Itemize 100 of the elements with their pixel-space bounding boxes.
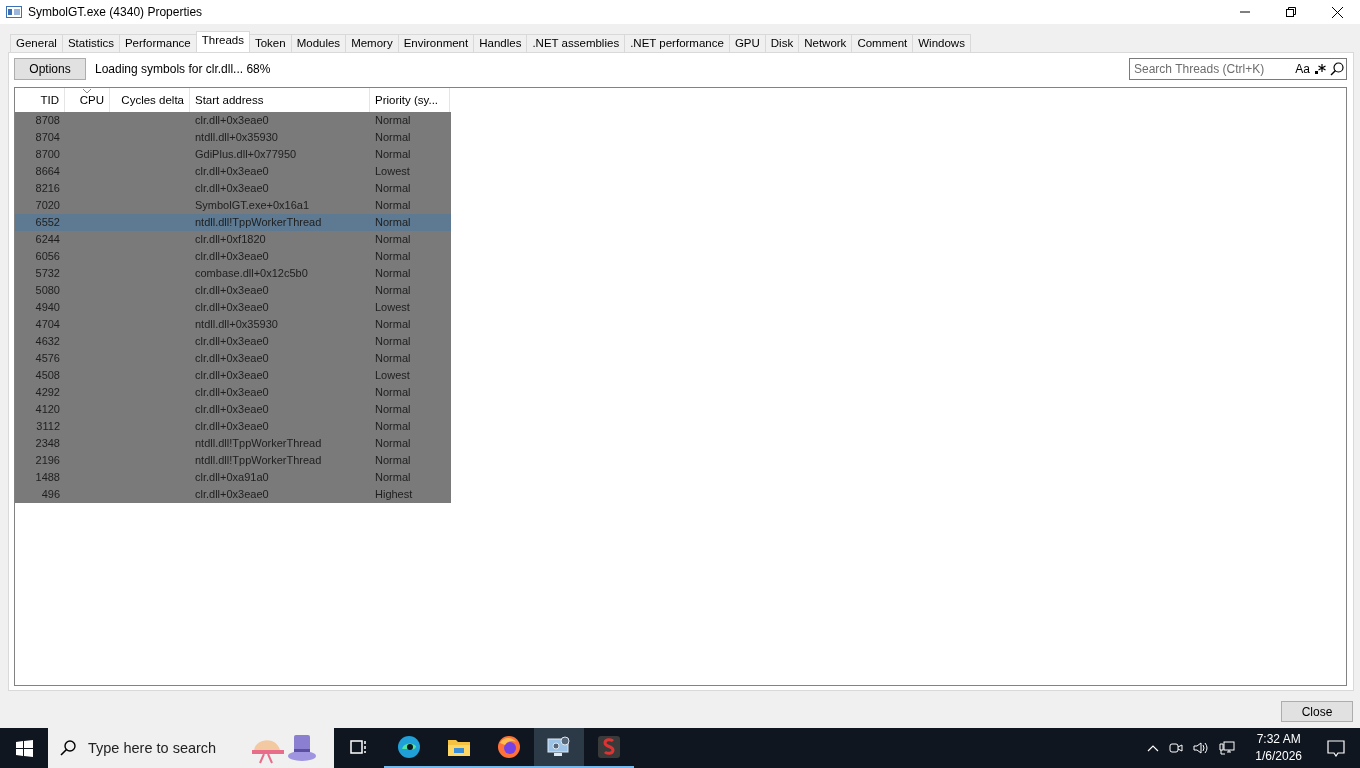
- thread-row[interactable]: 8700 GdiPlus.dll+0x77950 Normal: [15, 146, 451, 163]
- table-cell-text: Normal: [374, 453, 412, 468]
- table-cell-text: Normal: [374, 385, 412, 400]
- table-cell-text: Normal: [374, 317, 412, 332]
- thread-row[interactable]: 5732 combase.dll+0x12c5b0 Normal: [15, 265, 451, 282]
- table-cell-text: ntdll.dll!TppWorkerThread: [194, 453, 323, 468]
- table-cell-text: ntdll.dll!TppWorkerThread: [194, 215, 323, 230]
- thread-row[interactable]: 4292 clr.dll+0x3eae0 Normal: [15, 384, 451, 401]
- table-cell-text: clr.dll+0x3eae0: [194, 164, 270, 179]
- search-field[interactable]: Search Threads (Ctrl+K) Aa: [1129, 58, 1347, 80]
- table-cell-text: 6552: [34, 215, 61, 230]
- table-cell-text: clr.dll+0x3eae0: [194, 181, 270, 196]
- tab[interactable]: Memory: [345, 34, 399, 52]
- table-cell-text: Lowest: [374, 164, 411, 179]
- thread-row[interactable]: 7020 SymbolGT.exe+0x16a1 Normal: [15, 197, 451, 214]
- match-case-toggle[interactable]: Aa: [1295, 62, 1310, 76]
- task-view-icon: [350, 739, 368, 755]
- table-cell-text: 8704: [34, 130, 61, 145]
- table-cell-text: 4508: [34, 368, 61, 383]
- search-input[interactable]: Type here to search: [86, 739, 240, 757]
- network-icon[interactable]: [1219, 741, 1236, 755]
- table-cell-text: combase.dll+0x12c5b0: [194, 266, 309, 281]
- thread-row[interactable]: 2348 ntdll.dll!TppWorkerThread Normal: [15, 435, 451, 452]
- thread-row[interactable]: 3112 clr.dll+0x3eae0 Normal: [15, 418, 451, 435]
- table-cell-text: 4704: [34, 317, 61, 332]
- thread-row[interactable]: 8216 clr.dll+0x3eae0 Normal: [15, 180, 451, 197]
- date-text: 1/6/2026: [1255, 748, 1302, 765]
- speaker-icon[interactable]: [1193, 741, 1210, 755]
- table-cell-text: 4120: [34, 402, 61, 417]
- taskbar-app-button[interactable]: [534, 728, 584, 768]
- thread-row[interactable]: 4632 clr.dll+0x3eae0 Normal: [15, 333, 451, 350]
- thread-row[interactable]: 4704 ntdll.dll+0x35930 Normal: [15, 316, 451, 333]
- taskbar-search-bar[interactable]: Type here to search: [48, 728, 334, 768]
- table-cell-text: 4292: [34, 385, 61, 400]
- tab[interactable]: .NET performance: [624, 34, 730, 52]
- time-text: 7:32 AM: [1256, 731, 1301, 748]
- table-cell-text: Normal: [374, 334, 412, 349]
- thread-row[interactable]: 4576 clr.dll+0x3eae0 Normal: [15, 350, 451, 367]
- table-cell-text: Normal: [374, 147, 412, 162]
- thread-row[interactable]: 4120 clr.dll+0x3eae0 Normal: [15, 401, 451, 418]
- table-cell-text: clr.dll+0x3eae0: [194, 419, 270, 434]
- table-cell-text: clr.dll+0x3eae0: [194, 249, 270, 264]
- table-cell-text: Normal: [374, 283, 412, 298]
- thread-row[interactable]: 8704 ntdll.dll+0x35930 Normal: [15, 129, 451, 146]
- table-cell-text: 4940: [34, 300, 61, 315]
- thread-row[interactable]: 1488 clr.dll+0xa91a0 Normal: [15, 469, 451, 486]
- thread-row[interactable]: 5080 clr.dll+0x3eae0 Normal: [15, 282, 451, 299]
- firefox-icon: [497, 735, 521, 759]
- thread-row[interactable]: 4508 clr.dll+0x3eae0 Lowest: [15, 367, 451, 384]
- clock[interactable]: 7:32 AM 1/6/2026: [1255, 731, 1302, 765]
- window-icon: [6, 6, 22, 18]
- tab[interactable]: Windows: [912, 34, 971, 52]
- thread-row[interactable]: 496 clr.dll+0x3eae0 Highest: [15, 486, 451, 503]
- table-cell-text: Normal: [374, 113, 412, 128]
- table-cell-text: Normal: [374, 470, 412, 485]
- thread-row[interactable]: 2196 ntdll.dll!TppWorkerThread Normal: [15, 452, 451, 469]
- windows-logo-icon: [15, 739, 33, 757]
- table-cell-text: Lowest: [374, 300, 411, 315]
- regex-icon[interactable]: [1314, 63, 1326, 75]
- table-cell-text: 2348: [34, 436, 61, 451]
- tab[interactable]: General: [10, 34, 63, 52]
- table-cell-text: 1488: [34, 470, 61, 485]
- table-cell-text: Lowest: [374, 368, 411, 383]
- table-cell-text: clr.dll+0xa91a0: [194, 470, 270, 485]
- notification-icon: [1327, 739, 1345, 757]
- table-cell-text: Normal: [374, 198, 412, 213]
- table-cell-text: clr.dll+0x3eae0: [194, 283, 270, 298]
- table-cell-text: SymbolGT.exe+0x16a1: [194, 198, 311, 213]
- table-cell-text: clr.dll+0x3eae0: [194, 487, 270, 502]
- folder-icon: [447, 737, 471, 757]
- table-cell-text: ntdll.dll!TppWorkerThread: [194, 436, 323, 451]
- table-cell-text: clr.dll+0xf1820: [194, 232, 267, 247]
- table-cell-text: 3112: [35, 419, 61, 434]
- table-cell-text: Normal: [374, 215, 412, 230]
- table-cell-text: clr.dll+0x3eae0: [194, 385, 270, 400]
- options-button[interactable]: Options: [14, 58, 86, 80]
- thread-row[interactable]: 8664 clr.dll+0x3eae0 Lowest: [15, 163, 451, 180]
- table-cell-text: Normal: [374, 249, 412, 264]
- table-cell-text: 6244: [34, 232, 61, 247]
- table-cell-text: Normal: [374, 419, 412, 434]
- monitor-gear-icon: [546, 736, 572, 758]
- table-cell-text: 5732: [34, 266, 61, 281]
- thread-row[interactable]: 4940 clr.dll+0x3eae0 Lowest: [15, 299, 451, 316]
- thread-row[interactable]: 8708 clr.dll+0x3eae0 Normal: [15, 112, 451, 129]
- window-title: SymbolGT.exe (4340) Properties: [28, 5, 204, 19]
- close-button[interactable]: Close: [1281, 701, 1353, 722]
- thread-row[interactable]: 6056 clr.dll+0x3eae0 Normal: [15, 248, 451, 265]
- thread-row[interactable]: 6244 clr.dll+0xf1820 Normal: [15, 231, 451, 248]
- camera-icon[interactable]: [1169, 741, 1184, 755]
- table-cell-text: ntdll.dll+0x35930: [194, 130, 279, 145]
- close-icon: [1331, 6, 1343, 18]
- chevron-up-icon[interactable]: [1147, 744, 1160, 752]
- search-icon[interactable]: [1330, 62, 1344, 76]
- table-cell-text: 6056: [34, 249, 61, 264]
- thread-row[interactable]: 6552 ntdll.dll!TppWorkerThread Normal: [15, 214, 451, 231]
- status-text: Loading symbols for clr.dll... 68%: [95, 62, 272, 76]
- table-cell-text: Normal: [374, 402, 412, 417]
- tab[interactable]: Threads: [195, 31, 250, 52]
- table-cell-text: clr.dll+0x3eae0: [194, 334, 270, 349]
- table-cell-text: Normal: [374, 436, 412, 451]
